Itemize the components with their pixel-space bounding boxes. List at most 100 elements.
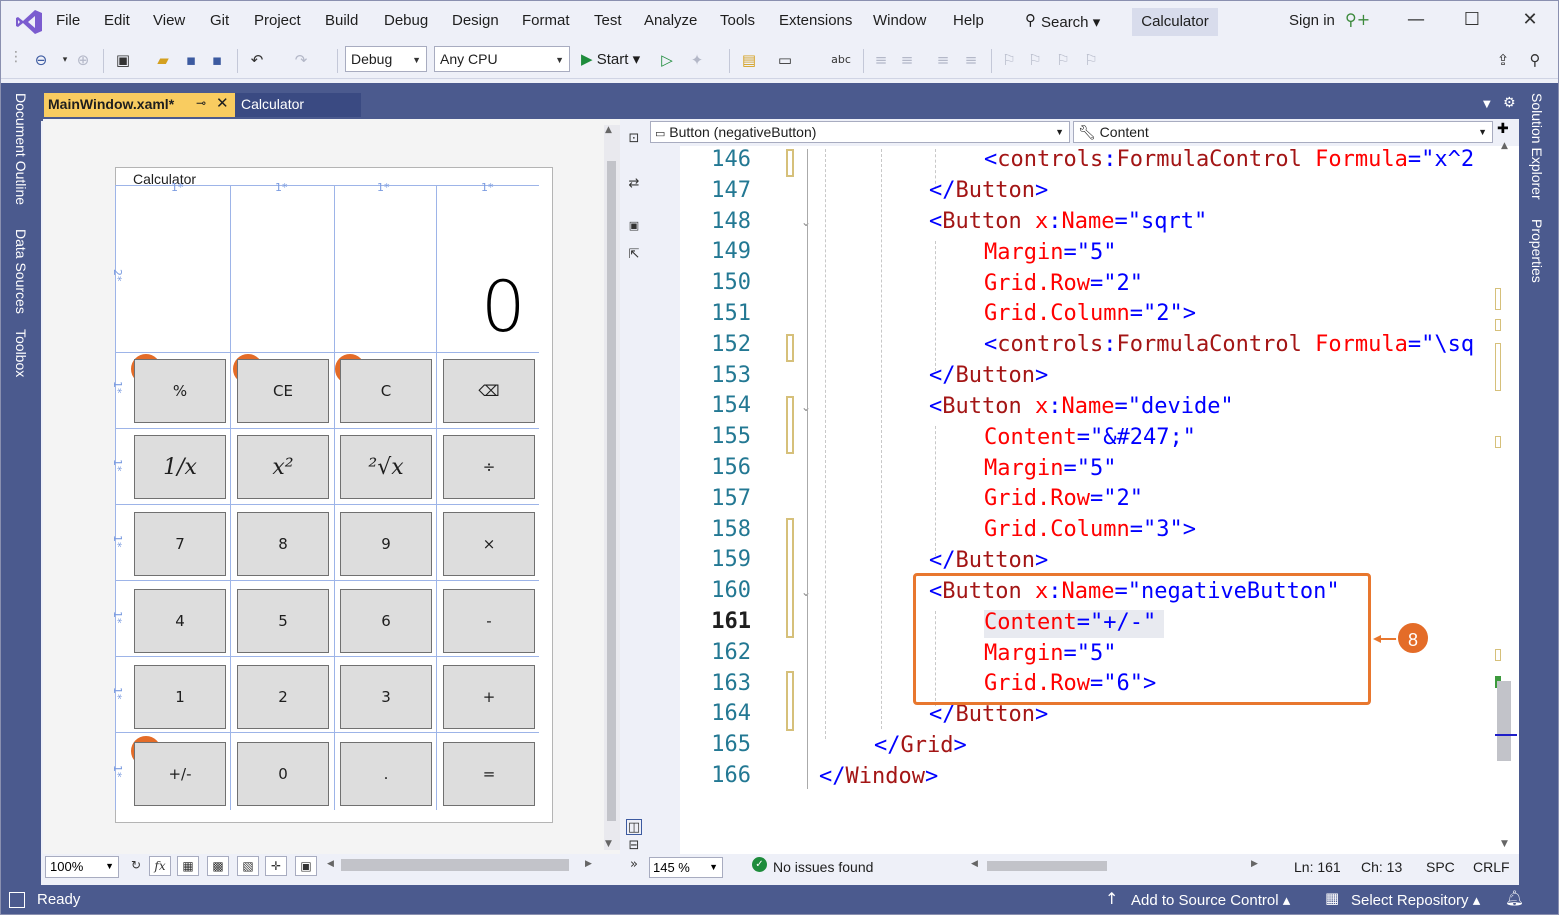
calc-button[interactable]: 8 <box>237 512 329 576</box>
feedback-icon[interactable]: ⚲ <box>1525 51 1545 69</box>
add-to-source-control-button[interactable]: Add to Source Control ▴ <box>1131 891 1290 909</box>
calc-button[interactable]: ²√x <box>340 435 432 499</box>
configuration-select[interactable]: Debug ▼ <box>345 46 427 72</box>
calc-button[interactable]: - <box>443 589 535 653</box>
scroll-right-icon[interactable]: ▶ <box>1251 859 1258 869</box>
back-icon[interactable]: ⊖ <box>31 51 51 69</box>
scroll-left-icon[interactable]: ◀ <box>327 859 334 869</box>
menu-item-project[interactable]: Project <box>254 12 301 29</box>
column-size-marker[interactable]: 1* <box>275 181 288 194</box>
swap-panes-icon[interactable]: ⇄ <box>626 176 642 192</box>
designer-horizontal-scrollbar[interactable] <box>341 859 569 871</box>
clear-bookmarks-icon[interactable]: ⚐ <box>1081 51 1101 69</box>
editor-zoom-select[interactable]: 145 % ▼ <box>649 857 723 878</box>
line-ending-indicator[interactable]: CRLF <box>1473 859 1510 875</box>
menu-item-view[interactable]: View <box>153 12 185 29</box>
account-icon[interactable]: ⚲+ <box>1345 10 1370 29</box>
collapse-pane-icon[interactable]: » <box>626 857 642 873</box>
calc-button[interactable]: +/- <box>134 742 226 806</box>
document-outline-tab[interactable]: Document Outline <box>13 93 29 205</box>
notifications-bell-icon[interactable]: 🔔︎ <box>1505 889 1524 907</box>
calc-button[interactable]: x² <box>237 435 329 499</box>
hot-reload-icon[interactable]: ✦ <box>687 51 707 69</box>
redo-icon[interactable]: ↷ <box>291 51 311 69</box>
undo-icon[interactable]: ↶ <box>247 51 267 69</box>
menu-item-edit[interactable]: Edit <box>104 12 130 29</box>
column-indicator[interactable]: Ch: 13 <box>1361 859 1402 875</box>
share-icon[interactable]: ⇪ <box>1493 51 1513 69</box>
tab-calculator[interactable]: Calculator <box>235 93 361 117</box>
calc-button[interactable]: . <box>340 742 432 806</box>
calc-button[interactable]: ÷ <box>443 435 535 499</box>
tab-mainwindow-xaml[interactable]: MainWindow.xaml* ⊸ ✕ <box>44 93 235 117</box>
select-repository-button[interactable]: Select Repository ▴ <box>1351 891 1480 909</box>
scroll-down-icon[interactable]: ▼ <box>605 839 612 849</box>
issues-status[interactable]: No issues found <box>773 859 873 875</box>
whitespace-indicator[interactable]: SPC <box>1426 859 1455 875</box>
save-all-icon[interactable]: ▪ <box>207 51 227 69</box>
start-button[interactable]: ▶ Start ▾ <box>581 50 640 68</box>
maximize-icon[interactable]: ☐ <box>1457 9 1487 35</box>
menu-item-window[interactable]: Window <box>873 12 926 29</box>
calc-button[interactable]: 1 <box>134 665 226 729</box>
toolbox-tab[interactable]: Toolbox <box>13 329 29 377</box>
properties-tab[interactable]: Properties <box>1529 219 1545 283</box>
menu-item-tools[interactable]: Tools <box>720 12 755 29</box>
line-indicator[interactable]: Ln: 161 <box>1294 859 1341 875</box>
outdent-icon[interactable]: ≡ <box>933 51 953 69</box>
menu-item-build[interactable]: Build <box>325 12 358 29</box>
editor-scroll-thumb[interactable] <box>1497 681 1511 761</box>
save-icon[interactable]: ▪ <box>181 51 201 69</box>
tab-list-dropdown-icon[interactable]: ▼ <box>1483 99 1491 110</box>
snap-icon[interactable]: ✛ <box>265 856 287 876</box>
bookmark-icon[interactable]: ⚐ <box>999 51 1019 69</box>
calc-button[interactable]: CE <box>237 359 329 423</box>
device-icon[interactable]: ▣ <box>295 856 317 876</box>
calc-button[interactable]: 7 <box>134 512 226 576</box>
new-project-icon[interactable]: ▣ <box>113 51 133 69</box>
row-size-marker[interactable]: 1* <box>111 765 124 778</box>
next-bookmark-icon[interactable]: ⚐ <box>1053 51 1073 69</box>
open-folder-icon[interactable]: ▰ <box>153 51 173 69</box>
visual-studio-logo-icon[interactable] <box>15 9 43 35</box>
start-without-debugging-icon[interactable]: ▷ <box>657 51 677 69</box>
menu-item-git[interactable]: Git <box>210 12 229 29</box>
calc-button[interactable]: = <box>443 742 535 806</box>
platform-select[interactable]: Any CPU ▼ <box>434 46 570 72</box>
settings-gear-icon[interactable]: ⚙ <box>1503 95 1516 111</box>
scroll-up-icon[interactable]: ▲ <box>605 125 612 135</box>
calc-button[interactable]: 9 <box>340 512 432 576</box>
calc-button[interactable]: 4 <box>134 589 226 653</box>
solution-explorer-tab[interactable]: Solution Explorer <box>1529 93 1545 200</box>
designer-scroll-thumb[interactable] <box>607 161 616 821</box>
solution-explorer-icon[interactable]: ▤ <box>739 51 759 69</box>
grid-lines-icon[interactable]: ▩ <box>207 856 229 876</box>
split-pane-icon[interactable]: ⊡ <box>626 131 642 147</box>
close-tab-icon[interactable]: ✕ <box>216 94 229 112</box>
formula-icon[interactable]: fx <box>149 856 171 876</box>
menu-item-file[interactable]: File <box>56 12 80 29</box>
minimize-icon[interactable]: — <box>1401 9 1431 35</box>
column-size-marker[interactable]: 1* <box>481 181 494 194</box>
close-icon[interactable]: ✕ <box>1515 9 1545 35</box>
row-size-marker[interactable]: 1* <box>111 611 124 624</box>
designer-zoom-select[interactable]: 100% ▼ <box>45 856 119 878</box>
split-vertical-icon[interactable]: ⊟ <box>626 838 642 854</box>
scroll-up-icon[interactable]: ▲ <box>1501 141 1508 151</box>
indent-icon[interactable]: ≡ <box>961 51 981 69</box>
calc-button[interactable]: ⌫ <box>443 359 535 423</box>
column-size-marker[interactable]: 1* <box>171 181 184 194</box>
calc-button[interactable]: 0 <box>237 742 329 806</box>
data-sources-tab[interactable]: Data Sources <box>13 229 29 314</box>
uncomment-icon[interactable]: ≡ <box>897 51 917 69</box>
scroll-left-icon[interactable]: ◀ <box>971 859 978 869</box>
refresh-icon[interactable]: ↻ <box>125 856 147 876</box>
editor-horizontal-scrollbar[interactable] <box>987 861 1107 871</box>
menu-item-debug[interactable]: Debug <box>384 12 428 29</box>
back-dropdown-icon[interactable]: ▾ <box>55 51 75 69</box>
prev-bookmark-icon[interactable]: ⚐ <box>1025 51 1045 69</box>
row-size-marker[interactable]: 1* <box>111 535 124 548</box>
calc-button[interactable]: % <box>134 359 226 423</box>
forward-icon[interactable]: ⊕ <box>73 51 93 69</box>
layout-icon[interactable]: ▭ <box>775 51 795 69</box>
